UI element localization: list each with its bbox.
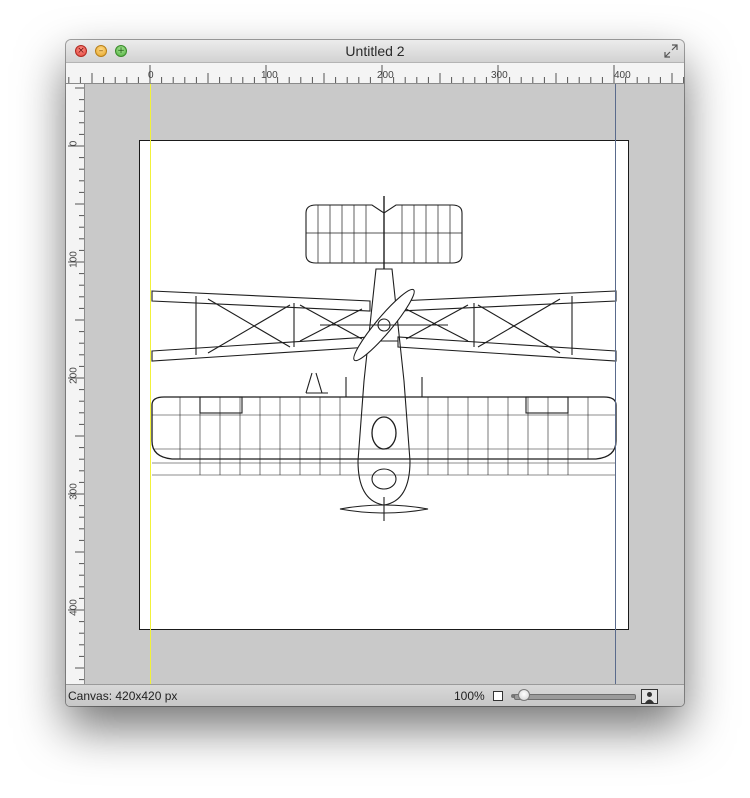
h-ruler-label-300: 300 — [491, 70, 508, 81]
h-ruler-label-0: 0 — [148, 70, 154, 81]
v-ruler-label-0: 0 — [68, 140, 80, 147]
image-window: × – + Untitled 2 0 100 200 300 400 0 100… — [66, 40, 684, 706]
v-ruler-label-400: 400 — [68, 599, 80, 616]
fullscreen-icon[interactable] — [664, 44, 678, 58]
guide-line-left[interactable] — [150, 84, 151, 684]
image-canvas[interactable] — [139, 140, 629, 630]
horizontal-ruler-ticks — [68, 65, 684, 83]
zoom-slider-knob[interactable] — [517, 689, 530, 701]
horizontal-ruler[interactable]: 0 100 200 300 400 — [66, 63, 684, 84]
canvas-size-label: Canvas: 420x420 px — [68, 689, 178, 703]
h-ruler-label-100: 100 — [261, 70, 278, 81]
vertical-ruler[interactable]: 0 100 200 300 400 — [66, 84, 85, 684]
biplane-drawing — [151, 196, 617, 521]
h-ruler-label-400: 400 — [614, 70, 631, 81]
fit-screen-icon[interactable] — [493, 691, 503, 701]
v-ruler-label-200: 200 — [68, 367, 80, 384]
canvas-workspace[interactable] — [85, 84, 684, 684]
v-ruler-label-300: 300 — [68, 483, 80, 500]
actual-size-icon[interactable] — [641, 689, 658, 704]
zoom-slider[interactable] — [514, 694, 636, 700]
title-bar[interactable]: × – + Untitled 2 — [66, 40, 684, 63]
h-ruler-label-200: 200 — [377, 70, 394, 81]
zoom-percent: 100% — [454, 689, 485, 703]
v-ruler-label-100: 100 — [68, 251, 80, 268]
window-title: Untitled 2 — [345, 43, 405, 59]
status-bar: Canvas: 420x420 px 100% — [66, 684, 684, 706]
guide-line-right[interactable] — [615, 84, 616, 684]
